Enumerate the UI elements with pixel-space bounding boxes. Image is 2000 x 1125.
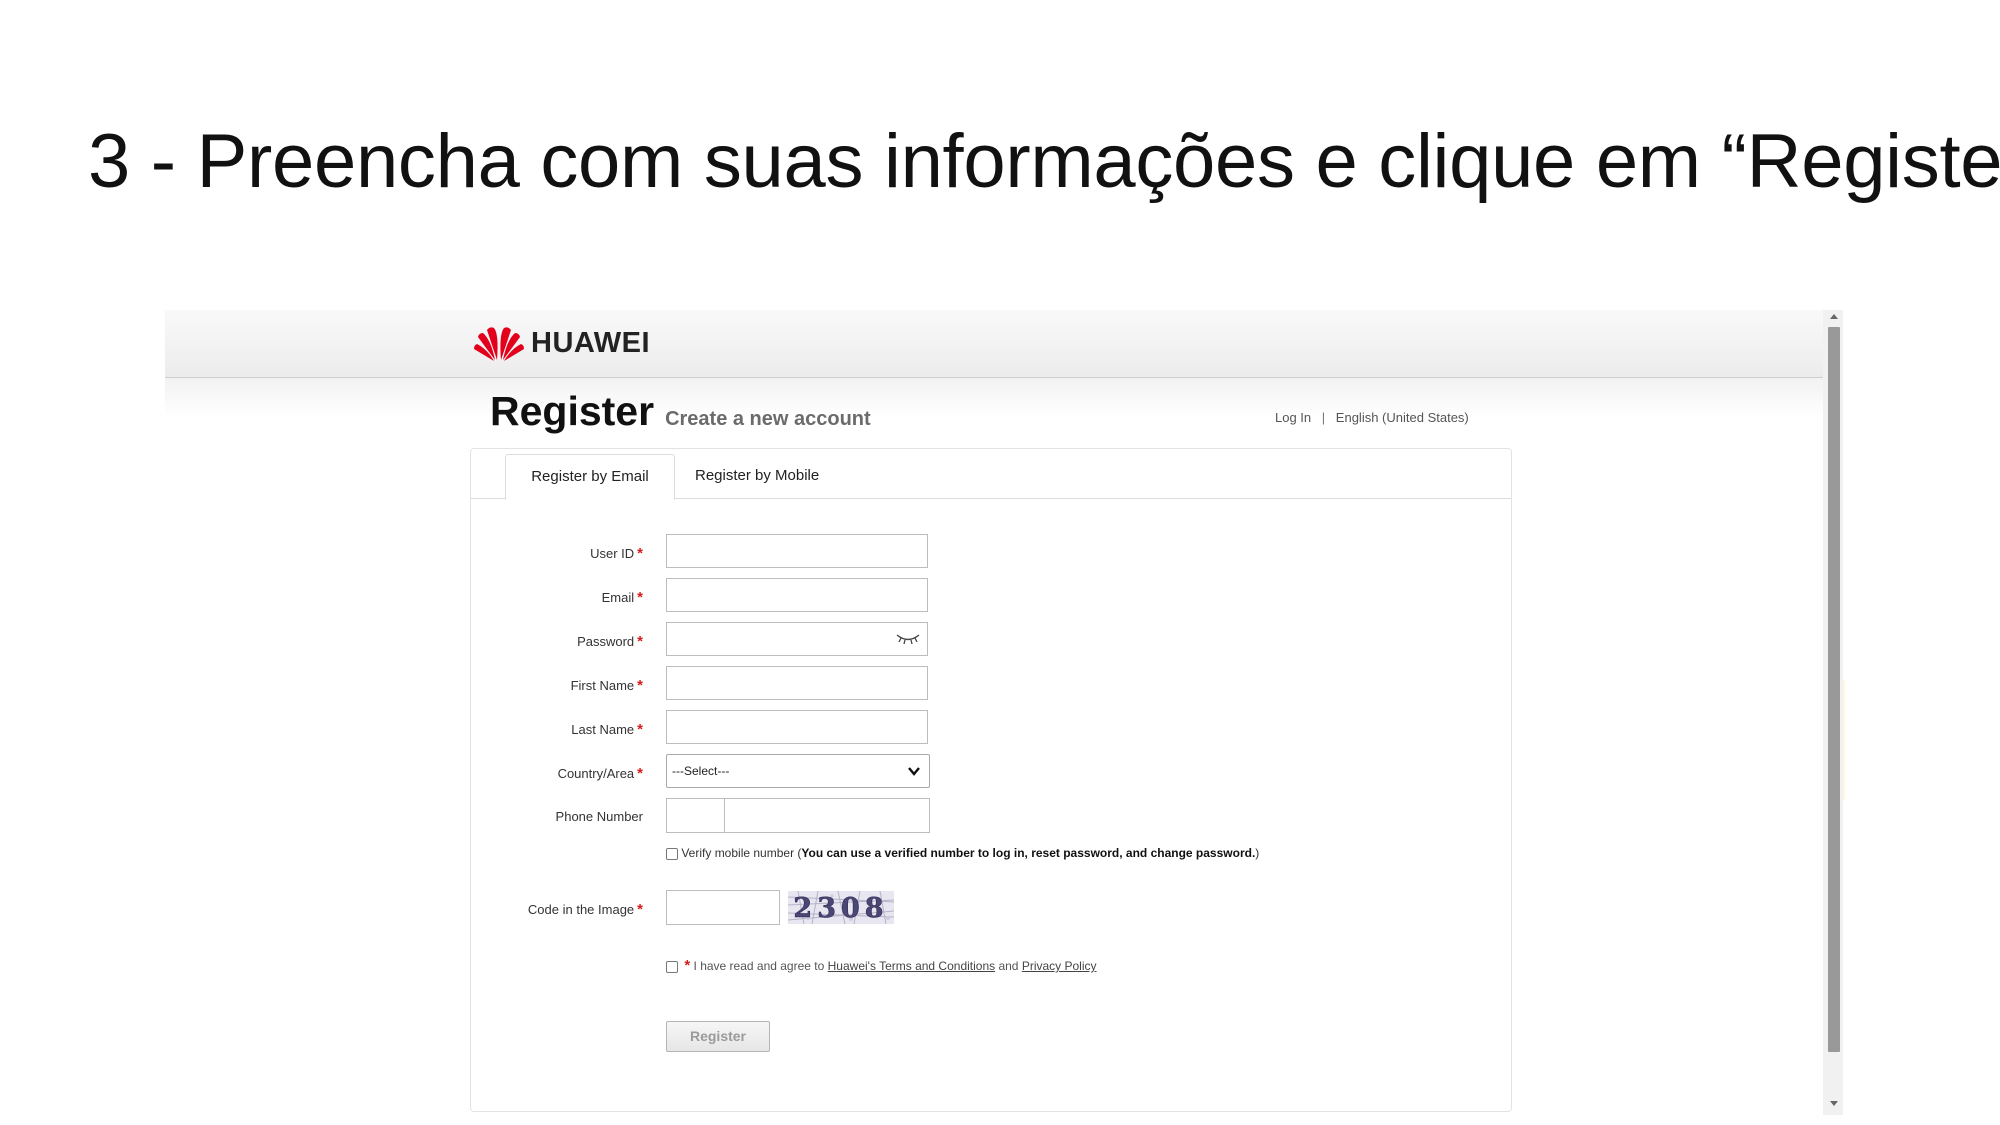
phone-number-input[interactable]	[724, 798, 930, 833]
sub-bar	[165, 378, 1823, 418]
password-input[interactable]	[666, 622, 928, 656]
top-bar: HUAWEI	[165, 310, 1823, 378]
email-label: Email *	[601, 589, 643, 606]
slide-title: 3 - Preencha com suas informações e cliq…	[88, 119, 2000, 204]
brand-name: HUAWEI	[531, 326, 650, 359]
first-name-input[interactable]	[666, 666, 928, 700]
link-separator: |	[1321, 410, 1326, 425]
scroll-down-arrow-icon[interactable]	[1829, 1100, 1839, 1108]
edge-highlight	[1843, 680, 1845, 800]
tab-register-by-mobile[interactable]: Register by Mobile	[695, 454, 835, 498]
terms-checkbox[interactable]	[666, 960, 678, 973]
terms-agreement: * I have read and agree to Huawei's Term…	[666, 957, 1097, 974]
user-id-input[interactable]	[666, 534, 928, 568]
password-label: Password *	[577, 633, 643, 650]
verify-mobile-note: You can use a verified number to log in,…	[801, 846, 1256, 860]
country-select[interactable]: ---Select---	[666, 754, 930, 788]
browser-screenshot: HUAWEI Register Create a new account Log…	[165, 310, 1845, 1115]
last-name-row: Last Name *	[471, 710, 1511, 746]
code-label: Code in the Image *	[527, 901, 643, 918]
captcha-input[interactable]	[666, 890, 780, 925]
phone-row: Phone Number	[471, 798, 1511, 834]
country-select-value: ---Select---	[672, 764, 730, 778]
country-code-input[interactable]	[666, 798, 724, 833]
first-name-row: First Name *	[471, 666, 1511, 702]
language-selector[interactable]: English (United States)	[1336, 410, 1469, 425]
chevron-down-icon	[908, 767, 920, 776]
eye-closed-icon[interactable]	[895, 630, 921, 648]
vertical-scrollbar[interactable]	[1823, 310, 1843, 1115]
huawei-flower-icon	[474, 327, 524, 361]
user-id-row: User ID *	[471, 534, 1511, 570]
page-title: Register	[490, 388, 655, 434]
huawei-logo[interactable]: HUAWEI	[473, 324, 650, 362]
page-header: Register Create a new account	[490, 388, 871, 435]
email-input[interactable]	[666, 578, 928, 612]
register-button[interactable]: Register	[666, 1021, 770, 1052]
header-links: Log In | English (United States)	[1275, 410, 1469, 425]
scroll-up-arrow-icon[interactable]	[1829, 312, 1839, 320]
scrollbar-thumb[interactable]	[1828, 327, 1840, 1052]
verify-mobile-option: Verify mobile number (You can use a veri…	[666, 846, 1259, 860]
password-row: Password *	[471, 622, 1511, 658]
page-subtitle: Create a new account	[665, 408, 871, 430]
login-link[interactable]: Log In	[1275, 410, 1311, 425]
register-panel: Register by Email Register by Mobile Use…	[470, 448, 1512, 1112]
terms-text: I have read and agree to	[693, 959, 828, 973]
privacy-link[interactable]: Privacy Policy	[1022, 959, 1097, 973]
verify-mobile-label: Verify mobile number (	[681, 846, 802, 860]
last-name-label: Last Name *	[571, 721, 643, 738]
captcha-code: 2308	[793, 893, 888, 924]
email-row: Email *	[471, 578, 1511, 614]
last-name-input[interactable]	[666, 710, 928, 744]
terms-link[interactable]: Huawei's Terms and Conditions	[828, 959, 995, 973]
tab-register-by-email[interactable]: Register by Email	[505, 454, 675, 500]
verify-mobile-checkbox[interactable]	[666, 847, 678, 860]
country-label: Country/Area *	[557, 765, 643, 782]
user-id-label: User ID *	[590, 545, 643, 562]
terms-required-mark: *	[684, 957, 691, 974]
country-row: Country/Area * ---Select---	[471, 754, 1511, 790]
phone-label: Phone Number	[555, 809, 643, 824]
first-name-label: First Name *	[570, 677, 643, 694]
captcha-image[interactable]: 2308	[788, 891, 894, 924]
captcha-row: Code in the Image * 2308	[471, 890, 1511, 926]
